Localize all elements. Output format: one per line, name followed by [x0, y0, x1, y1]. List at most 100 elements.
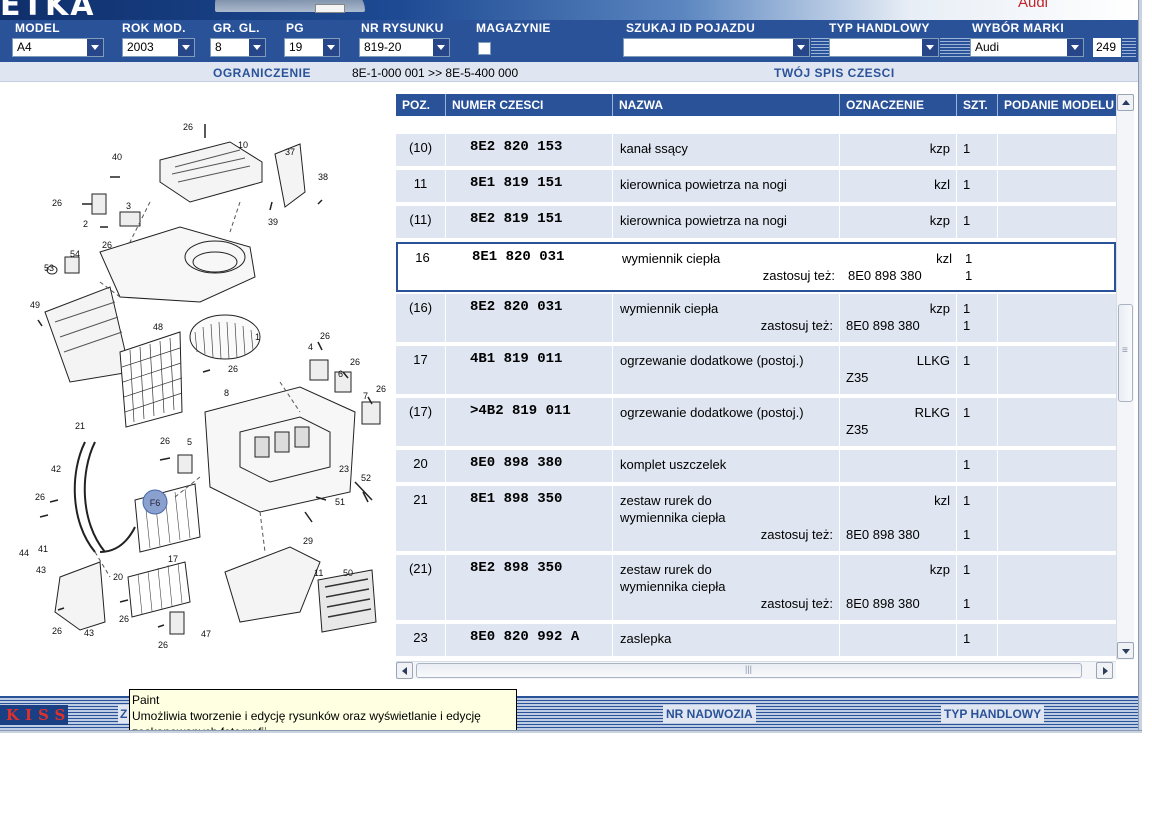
scroll-down-icon[interactable]: [1117, 642, 1134, 659]
diagram-callout[interactable]: 26: [102, 240, 112, 250]
diagram-callout[interactable]: 50: [343, 568, 353, 578]
chevron-down-icon[interactable]: [1066, 39, 1083, 56]
kiss-button[interactable]: KISS: [0, 705, 68, 725]
diagram-callout[interactable]: 41: [38, 544, 48, 554]
diagram-callout[interactable]: 38: [318, 172, 328, 182]
diagram-callout[interactable]: 43: [84, 628, 94, 638]
vertical-scrollbar[interactable]: [1116, 94, 1134, 660]
diagram-callout[interactable]: 26: [119, 614, 129, 624]
table-row[interactable]: (16) 8E2 820 031 wymiennik ciepła zastosuj …: [396, 294, 1116, 344]
diagram-callout[interactable]: 49: [30, 300, 40, 310]
col-header-szt[interactable]: SZT.: [957, 94, 998, 116]
nr-rysunku-select[interactable]: 819-20: [359, 38, 450, 57]
col-header-nazwa[interactable]: NAZWA: [613, 94, 840, 116]
table-row[interactable]: 23 8E0 820 992 A zaslepka 1: [396, 624, 1116, 658]
rok-mod-select[interactable]: 2003: [122, 38, 195, 57]
cell-part-number[interactable]: 8E1 819 151: [446, 170, 613, 202]
chevron-down-icon[interactable]: [432, 39, 449, 56]
diagram-callout[interactable]: 47: [201, 629, 211, 639]
diagram-callout[interactable]: 52: [361, 473, 371, 483]
diagram-callout[interactable]: 20: [113, 572, 123, 582]
diagram-callout[interactable]: 26: [52, 626, 62, 636]
table-row[interactable]: 20 8E0 898 380 komplet uszczelek 1: [396, 450, 1116, 484]
diagram-callout[interactable]: 26: [160, 436, 170, 446]
table-row[interactable]: 16 8E1 820 031 wymiennik ciepła zastosuj te…: [396, 242, 1116, 292]
also-use-part-number[interactable]: 8E0 898 380: [846, 595, 950, 612]
table-row[interactable]: 11 8E1 819 151 kierownica powietrza na nog…: [396, 170, 1116, 204]
cell-part-number[interactable]: 8E1 898 350: [446, 486, 613, 551]
cell-part-number[interactable]: 8E2 819 151: [446, 206, 613, 238]
scroll-left-icon[interactable]: [396, 662, 413, 679]
col-header-oznaczenie[interactable]: OZNACZENIE: [840, 94, 957, 116]
diagram-callout[interactable]: 26: [158, 640, 168, 650]
diagram-callout[interactable]: 43: [36, 565, 46, 575]
typ-handlowy-select[interactable]: [829, 38, 939, 57]
diagram-callout[interactable]: 2: [83, 219, 88, 229]
parts-diagram[interactable]: F6 26 10 40 37 38 26 3 2 39 26 54 53 49 48 1 26 4 26 6 26 8 7…: [0, 82, 393, 682]
diagram-callout[interactable]: 26: [350, 357, 360, 367]
table-row[interactable]: 17 4B1 819 011 ogrzewanie dodatkowe (posto…: [396, 346, 1116, 396]
diagram-callout[interactable]: 42: [51, 464, 61, 474]
diagram-callout[interactable]: 26: [376, 384, 386, 394]
table-row[interactable]: (11) 8E2 819 151 kierownica powietrza na n…: [396, 206, 1116, 240]
diagram-callout[interactable]: 29: [303, 536, 313, 546]
chevron-down-icon[interactable]: [921, 39, 938, 56]
diagram-callout[interactable]: 26: [320, 331, 330, 341]
cell-part-number[interactable]: 8E2 898 350: [446, 555, 613, 620]
pg-select[interactable]: 19: [284, 38, 340, 57]
cell-part-number[interactable]: >4B2 819 011: [446, 398, 613, 446]
szukaj-id-select[interactable]: [623, 38, 810, 57]
diagram-callout[interactable]: 54: [70, 249, 80, 259]
chevron-down-icon[interactable]: [177, 39, 194, 56]
diagram-callout[interactable]: 26: [52, 198, 62, 208]
diagram-callout[interactable]: 40: [112, 152, 122, 162]
diagram-callout[interactable]: 26: [228, 364, 238, 374]
horizontal-scroll-thumb[interactable]: [416, 663, 1082, 678]
chevron-down-icon[interactable]: [322, 39, 339, 56]
diagram-callout[interactable]: 1: [255, 332, 260, 342]
cell-part-number[interactable]: 4B1 819 011: [446, 346, 613, 394]
diagram-callout[interactable]: 21: [75, 421, 85, 431]
chevron-down-icon[interactable]: [248, 39, 265, 56]
col-header-podanie[interactable]: PODANIE MODELU: [998, 94, 1116, 116]
scroll-right-icon[interactable]: [1096, 662, 1113, 679]
nr-nadwozia-button[interactable]: NR NADWOZIA: [663, 705, 756, 723]
cell-part-number[interactable]: 8E2 820 153: [446, 134, 613, 166]
diagram-callout[interactable]: 10: [238, 140, 248, 150]
diagram-callout[interactable]: 7: [363, 391, 368, 401]
diagram-callout[interactable]: 37: [285, 147, 295, 157]
diagram-callout[interactable]: 48: [153, 322, 163, 332]
col-header-numer[interactable]: NUMER CZESCI: [446, 94, 613, 116]
wybor-marki-select[interactable]: Audi: [970, 38, 1084, 57]
also-use-part-number[interactable]: 8E0 898 380: [846, 317, 950, 334]
cell-part-number[interactable]: 8E2 820 031: [446, 294, 613, 342]
chevron-down-icon[interactable]: [86, 39, 103, 56]
diagram-callout[interactable]: 17: [168, 554, 178, 564]
typ-handlowy-button[interactable]: TYP HANDLOWY: [941, 705, 1045, 723]
vertical-scroll-thumb[interactable]: [1118, 304, 1133, 402]
exploded-view-drawing[interactable]: F6 26 10 40 37 38 26 3 2 39 26 54 53 49 48 1 26 4 26 6 26 8 7…: [0, 82, 393, 682]
diagram-callout[interactable]: 3: [126, 201, 131, 211]
diagram-callout[interactable]: 23: [339, 464, 349, 474]
cell-part-number[interactable]: 8E1 820 031: [448, 244, 615, 290]
also-use-part-number[interactable]: 8E0 898 380: [848, 267, 952, 284]
diagram-callout[interactable]: 8: [224, 388, 229, 398]
model-select[interactable]: A4: [12, 38, 104, 57]
diagram-callout[interactable]: 51: [335, 497, 345, 507]
chevron-down-icon[interactable]: [792, 39, 809, 56]
table-row[interactable]: (10) 8E2 820 153 kanał ssący kzp 1: [396, 134, 1116, 168]
diagram-callout[interactable]: 26: [35, 492, 45, 502]
table-row[interactable]: (21) 8E2 898 350 zestaw rurek do wymiennika…: [396, 555, 1116, 622]
diagram-callout[interactable]: 39: [268, 217, 278, 227]
parts-list-link[interactable]: TWÓJ SPIS CZESCI: [774, 66, 895, 80]
table-row[interactable]: 21 8E1 898 350 zestaw rurek do wymiennika c…: [396, 486, 1116, 553]
horizontal-scrollbar[interactable]: [396, 661, 1116, 679]
cell-part-number[interactable]: 8E0 820 992 A: [446, 624, 613, 656]
diagram-callout[interactable]: 44: [19, 548, 29, 558]
diagram-callout[interactable]: 26: [183, 122, 193, 132]
magazynie-checkbox[interactable]: [478, 42, 491, 55]
cell-part-number[interactable]: 8E0 898 380: [446, 450, 613, 482]
diagram-callout[interactable]: 5: [187, 437, 192, 447]
col-header-poz[interactable]: POZ.: [396, 94, 446, 116]
scroll-up-icon[interactable]: [1117, 94, 1134, 111]
